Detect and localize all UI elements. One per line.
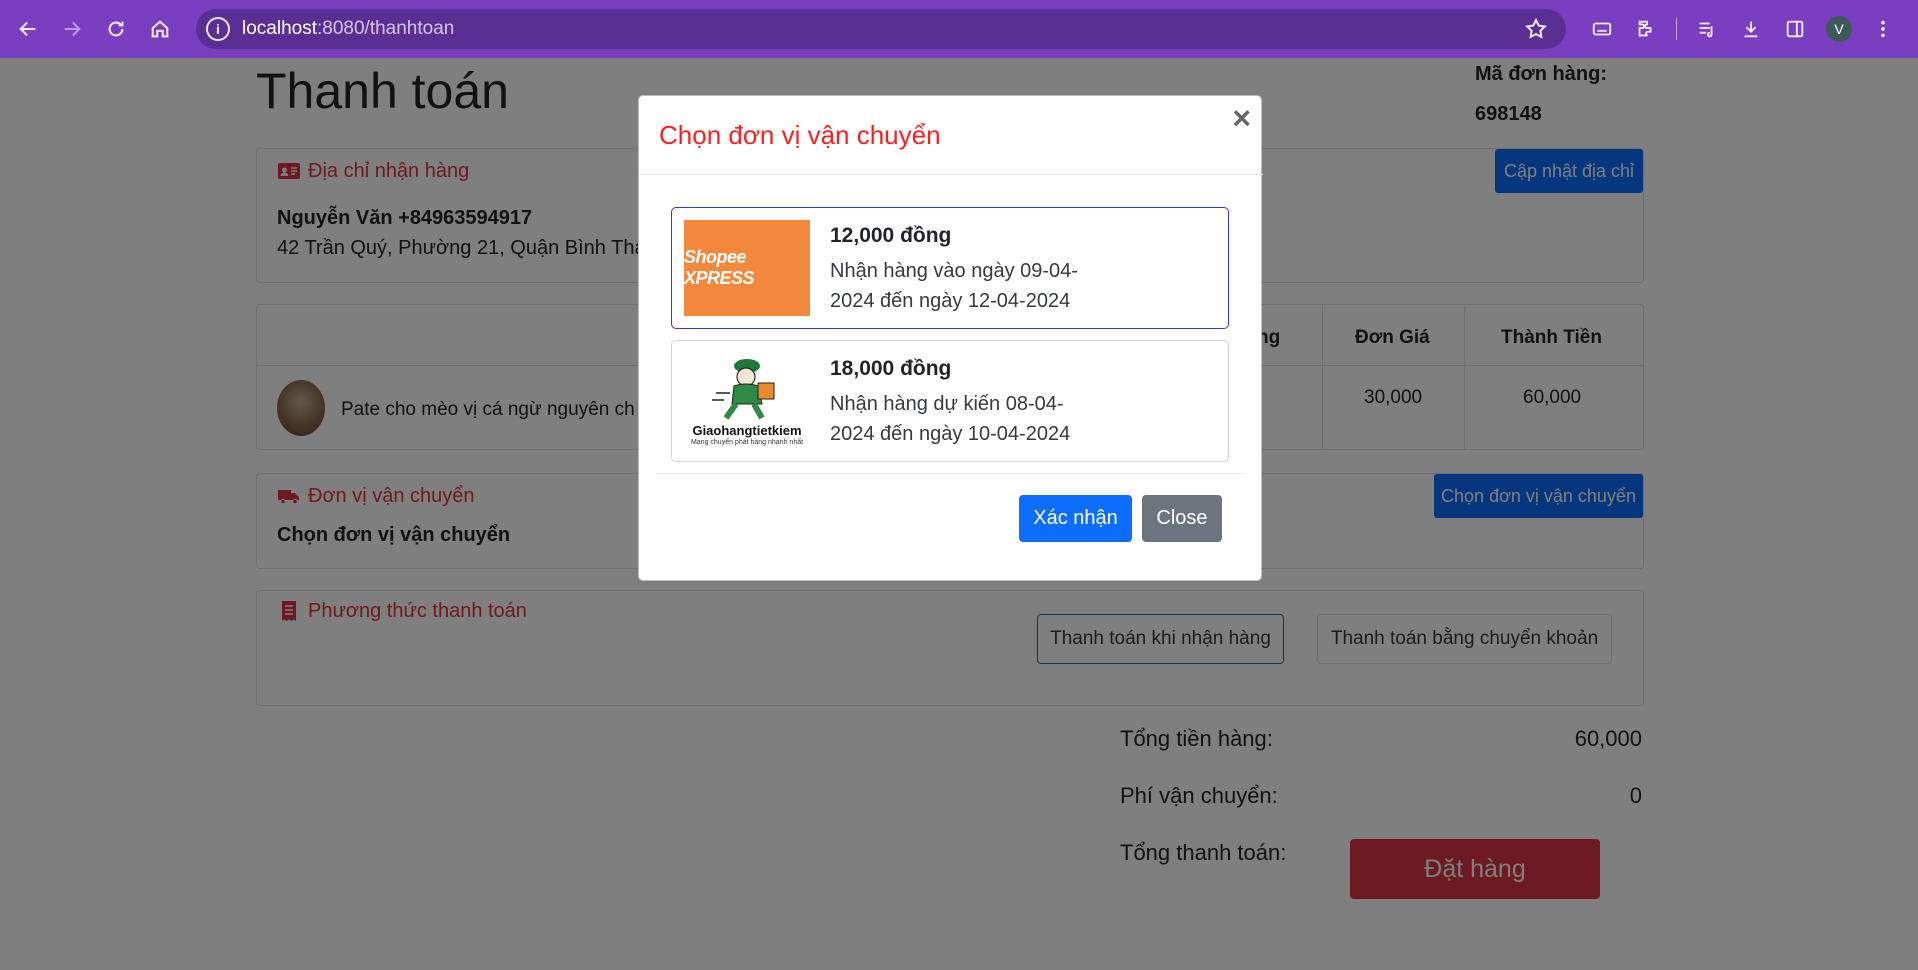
home-icon[interactable] bbox=[138, 7, 182, 51]
option-price: 18,000 đồng bbox=[830, 357, 952, 380]
confirm-button[interactable]: Xác nhận bbox=[1019, 495, 1132, 542]
reload-icon[interactable] bbox=[94, 7, 138, 51]
option-delivery-desc: Nhận hàng vào ngày 09-04-2024 đến ngày 1… bbox=[830, 260, 1078, 312]
modal-header-divider bbox=[639, 174, 1263, 175]
option-delivery-desc: Nhận hàng dự kiến 08-04-2024 đến ngày 10… bbox=[830, 393, 1071, 445]
url-host: localhost bbox=[242, 18, 317, 39]
address-bar[interactable]: i localhost:8080/thanhtoan bbox=[196, 9, 1566, 49]
shipping-option-ghtk[interactable]: Giaohangtietkiem Mạng chuyển phát hàng n… bbox=[671, 340, 1229, 462]
shipping-modal: Chọn đơn vị vận chuyển × Shopee XPRESS 1… bbox=[638, 95, 1263, 581]
shopee-xpress-logo: Shopee XPRESS bbox=[684, 220, 810, 316]
url-path: :8080/thanhtoan bbox=[317, 18, 455, 39]
shipping-option-spx[interactable]: Shopee XPRESS 12,000 đồng Nhận hàng vào … bbox=[671, 207, 1229, 329]
close-icon[interactable]: × bbox=[1232, 102, 1251, 134]
forward-icon[interactable] bbox=[50, 7, 94, 51]
back-icon[interactable] bbox=[6, 7, 50, 51]
modal-title: Chọn đơn vị vận chuyển bbox=[659, 120, 941, 150]
extensions-icon[interactable] bbox=[1624, 9, 1668, 49]
shopee-xpress-logo-text: Shopee XPRESS bbox=[684, 247, 755, 288]
profile-initial: V bbox=[1826, 16, 1852, 42]
side-panel-icon[interactable] bbox=[1773, 9, 1817, 49]
option-price: 12,000 đồng bbox=[830, 224, 952, 247]
menu-kebab-icon[interactable] bbox=[1861, 9, 1905, 49]
cast-icon[interactable] bbox=[1580, 9, 1624, 49]
profile-avatar[interactable]: V bbox=[1817, 9, 1861, 49]
ghtk-logo: Giaohangtietkiem Mạng chuyển phát hàng n… bbox=[684, 353, 810, 449]
modal-footer-divider bbox=[657, 473, 1245, 474]
ghtk-logo-text: Giaohangtietkiem bbox=[692, 423, 802, 438]
bookmark-star-icon[interactable] bbox=[1524, 17, 1548, 41]
site-info-icon[interactable]: i bbox=[206, 17, 230, 41]
close-button[interactable]: Close bbox=[1142, 495, 1222, 542]
ghtk-logo-tagline: Mạng chuyển phát hàng nhanh nhất bbox=[690, 439, 804, 446]
media-control-icon[interactable] bbox=[1685, 9, 1729, 49]
download-icon[interactable] bbox=[1729, 9, 1773, 49]
browser-toolbar: i localhost:8080/thanhtoan V bbox=[0, 0, 1918, 58]
toolbar-divider bbox=[1676, 18, 1677, 40]
